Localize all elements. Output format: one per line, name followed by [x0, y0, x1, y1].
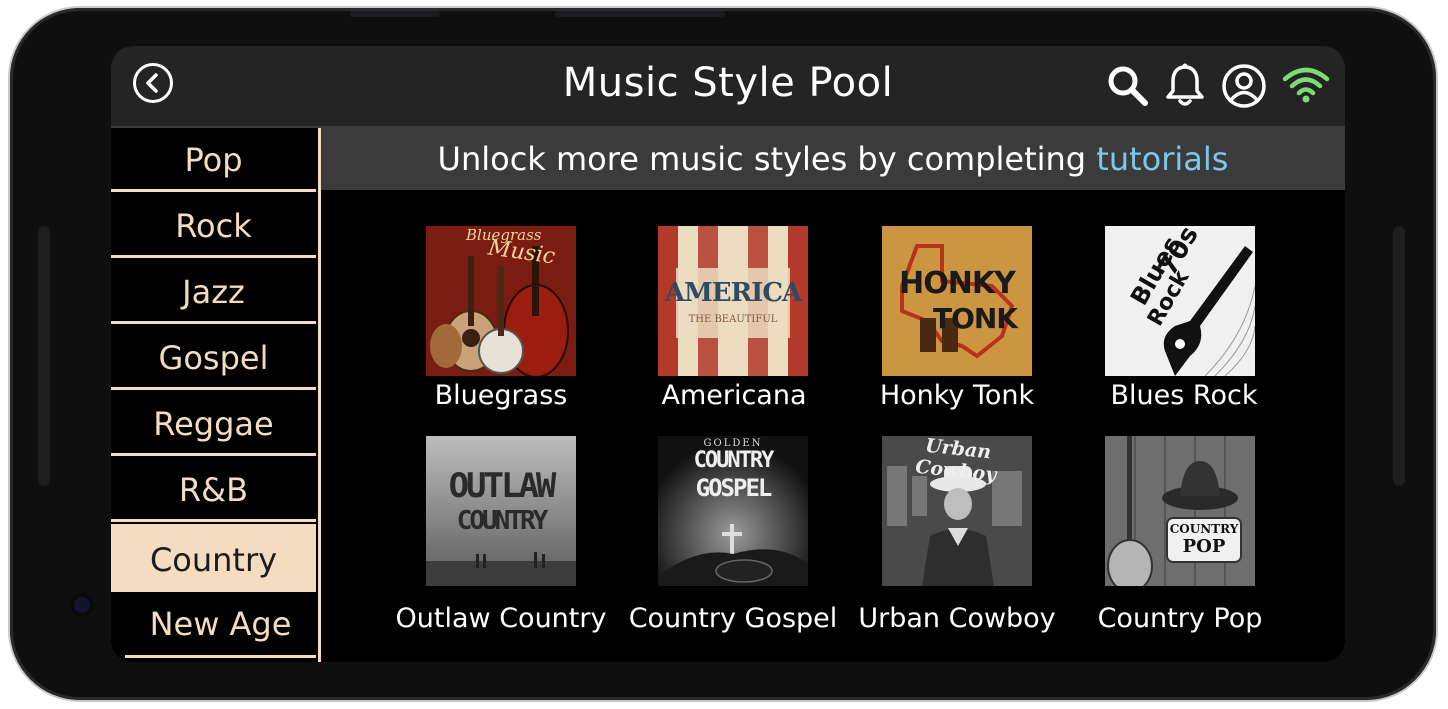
tutorials-link[interactable]: tutorials — [1096, 140, 1228, 178]
style-card-outlaw-country[interactable]: OUTLAW COUNTRY — [426, 436, 576, 586]
sidebar-item-reggae[interactable]: Reggae — [111, 392, 316, 456]
cover-title: COUNTRY — [693, 448, 775, 473]
style-card-bluegrass[interactable]: Bluegrass Music — [426, 226, 576, 376]
cover-subtitle: THE BEAUTIFUL — [688, 314, 778, 325]
phone-side-button — [38, 226, 50, 486]
sidebar-item-country[interactable]: Country — [111, 524, 316, 592]
phone-top-button — [350, 11, 440, 17]
style-label-americana: Americana — [661, 380, 807, 411]
wifi-icon[interactable] — [1281, 66, 1331, 104]
user-icon[interactable] — [1221, 63, 1267, 109]
cover-title: COUNTRY — [456, 506, 549, 536]
style-label-bluegrass: Bluegrass — [434, 380, 568, 411]
honky-tonk-cover-art — [882, 226, 1032, 376]
style-card-blues-rock[interactable]: 70s Blues Rock — [1105, 226, 1255, 376]
style-card-urban-cowboy[interactable]: Urban Cowboy — [882, 436, 1032, 586]
cover-title: TONK — [932, 302, 1018, 335]
style-label-honky-tonk: Honky Tonk — [879, 380, 1035, 411]
style-category-sidebar: Pop Rock Jazz Gospel Reggae R&B Country … — [111, 128, 321, 662]
sidebar-item-rnb[interactable]: R&B — [111, 458, 316, 522]
search-icon[interactable] — [1106, 64, 1150, 108]
style-label-blues-rock: Blues Rock — [1110, 380, 1258, 411]
top-bar: Music Style Pool — [111, 46, 1345, 128]
style-label-urban-cowboy: Urban Cowboy — [858, 603, 1056, 634]
unlock-banner: Unlock more music styles by completing t… — [321, 128, 1345, 190]
phone-side-button — [1393, 226, 1405, 486]
style-label-country-pop: Country Pop — [1097, 603, 1263, 634]
cover-title: GOSPEL — [695, 474, 773, 502]
sidebar-item-rock[interactable]: Rock — [111, 194, 316, 258]
sidebar-item-jazz[interactable]: Jazz — [111, 260, 316, 324]
sidebar-item-pop[interactable]: Pop — [111, 128, 316, 192]
style-label-outlaw-country: Outlaw Country — [395, 603, 607, 634]
style-card-americana[interactable]: AMERICA THE BEAUTIFUL — [658, 226, 808, 376]
sidebar-item-gospel[interactable]: Gospel — [111, 326, 316, 390]
app-screen: Music Style Pool Pop Rock Jazz Gospel Re… — [111, 46, 1345, 662]
banner-text: Unlock more music styles by completing — [437, 140, 1097, 178]
style-card-country-pop[interactable]: COUNTRY POP — [1105, 436, 1255, 586]
cover-title: POP — [1182, 536, 1226, 557]
bell-icon[interactable] — [1163, 62, 1207, 108]
cover-title: HONKY — [899, 266, 1016, 301]
page-title: Music Style Pool — [562, 60, 894, 106]
sidebar-item-new-age[interactable]: New Age — [125, 592, 316, 658]
cover-title: AMERICA — [664, 278, 802, 308]
cover-title: COUNTRY — [1169, 522, 1239, 536]
cover-title: OUTLAW — [448, 466, 557, 506]
front-camera — [70, 593, 94, 617]
style-card-country-gospel[interactable]: GOLDEN COUNTRY GOSPEL — [658, 436, 808, 586]
style-label-country-gospel: Country Gospel — [628, 603, 838, 634]
country-pop-cover-art — [1105, 436, 1255, 586]
phone-top-button — [555, 11, 725, 17]
style-card-honky-tonk[interactable]: HONKY TONK — [882, 226, 1032, 376]
